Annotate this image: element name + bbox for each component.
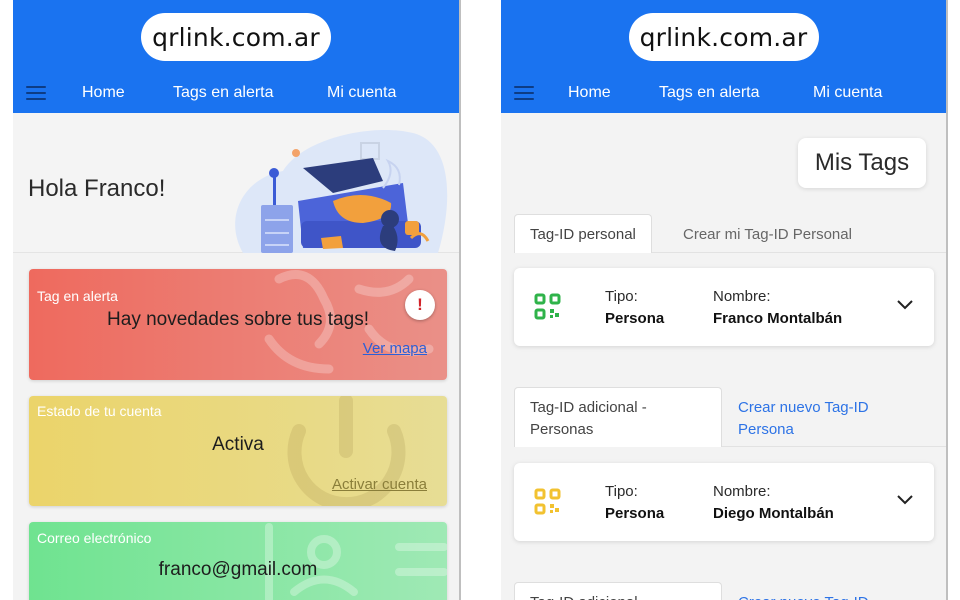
nav-home-link[interactable]: Home (568, 84, 611, 102)
nav-alerts-link[interactable]: Tags en alerta (173, 84, 274, 102)
alert-exclamation-icon[interactable]: ! (405, 290, 435, 320)
site-logo[interactable]: qrlink.com.ar (141, 13, 331, 61)
qr-code-icon (534, 488, 561, 515)
hamburger-menu-icon[interactable] (514, 85, 534, 101)
chevron-down-icon[interactable] (896, 493, 914, 507)
tab-additional-personas[interactable]: Tag-ID adicional - Personas (514, 387, 722, 447)
tag-card-franco[interactable]: Tipo: Persona Nombre: Franco Montalbán (514, 268, 934, 346)
tab-tag-id-personal[interactable]: Tag-ID personal (514, 214, 652, 253)
account-state-value: Activa (212, 434, 264, 455)
account-state-label: Estado de tu cuenta (37, 403, 162, 419)
account-state-card: Estado de tu cuenta Activa Activar cuent… (29, 396, 447, 506)
tag-tabs-additional: Tag-ID adicional - Personas Crear nuevo … (514, 387, 946, 447)
tab-additional-line2: Personas (530, 421, 594, 438)
tag-type-value: Persona (605, 505, 665, 522)
email-card: Correo electrónico franco@gmail.com (29, 522, 447, 600)
tab-additional-line1: Tag-ID adicional - (530, 399, 647, 416)
my-tags-screen: qrlink.com.ar Home Tags en alerta Mi cue… (501, 0, 948, 600)
view-map-link[interactable]: Ver mapa (363, 340, 427, 357)
tab-create-line1: Crear nuevo Tag-ID (738, 399, 869, 416)
greeting-heading: Hola Franco! (28, 175, 166, 202)
top-bar: qrlink.com.ar Home Tags en alerta Mi cue… (501, 0, 946, 113)
nav-account-link[interactable]: Mi cuenta (327, 84, 396, 102)
hamburger-menu-icon[interactable] (26, 85, 46, 101)
tab-create-new-tag[interactable]: Crear nuevo Tag-ID Persona (723, 387, 884, 441)
top-bar: qrlink.com.ar Home Tags en alerta Mi cue… (13, 0, 459, 113)
tag-card-diego[interactable]: Tipo: Persona Nombre: Diego Montalbán (514, 463, 934, 541)
tab-create-new-tag-2[interactable]: Crear nuevo Tag-ID (723, 582, 884, 600)
nav-bar: Home Tags en alerta Mi cuenta (13, 80, 459, 108)
tag-name-label: Nombre: (713, 288, 771, 305)
tag-name-value: Diego Montalbán (713, 505, 834, 522)
tab-create-line2: Persona (738, 421, 794, 438)
relaxing-person-illustration (235, 129, 448, 253)
nav-alerts-link[interactable]: Tags en alerta (659, 84, 760, 102)
tag-type-label: Tipo: (605, 483, 638, 500)
site-logo[interactable]: qrlink.com.ar (628, 13, 819, 61)
tag-name-label: Nombre: (713, 483, 771, 500)
tag-tabs-additional-2: Tag-ID adicional Crear nuevo Tag-ID (514, 582, 946, 600)
tab-create-personal-tag[interactable]: Crear mi Tag-ID Personal (668, 214, 867, 246)
home-screen: qrlink.com.ar Home Tags en alerta Mi cue… (13, 0, 461, 600)
alert-card-label: Tag en alerta (37, 288, 118, 304)
tag-type-label: Tipo: (605, 288, 638, 305)
nav-home-link[interactable]: Home (82, 84, 125, 102)
alert-card: Tag en alerta Hay novedades sobre tus ta… (29, 269, 447, 380)
tag-name-value: Franco Montalbán (713, 310, 843, 327)
alert-message: Hay novedades sobre tus tags! (107, 309, 369, 330)
nav-account-link[interactable]: Mi cuenta (813, 84, 882, 102)
nav-bar: Home Tags en alerta Mi cuenta (501, 80, 946, 108)
chevron-down-icon[interactable] (896, 298, 914, 312)
welcome-hero: Hola Franco! (13, 113, 459, 253)
email-value: franco@gmail.com (158, 559, 318, 580)
qr-code-icon (534, 293, 561, 320)
page-title: Mis Tags (798, 138, 926, 188)
email-label: Correo electrónico (37, 530, 152, 546)
tag-tabs-personal: Tag-ID personal Crear mi Tag-ID Personal (514, 214, 946, 253)
activate-account-link[interactable]: Activar cuenta (332, 476, 427, 493)
tab-additional-2[interactable]: Tag-ID adicional (514, 582, 722, 600)
tag-type-value: Persona (605, 310, 665, 327)
